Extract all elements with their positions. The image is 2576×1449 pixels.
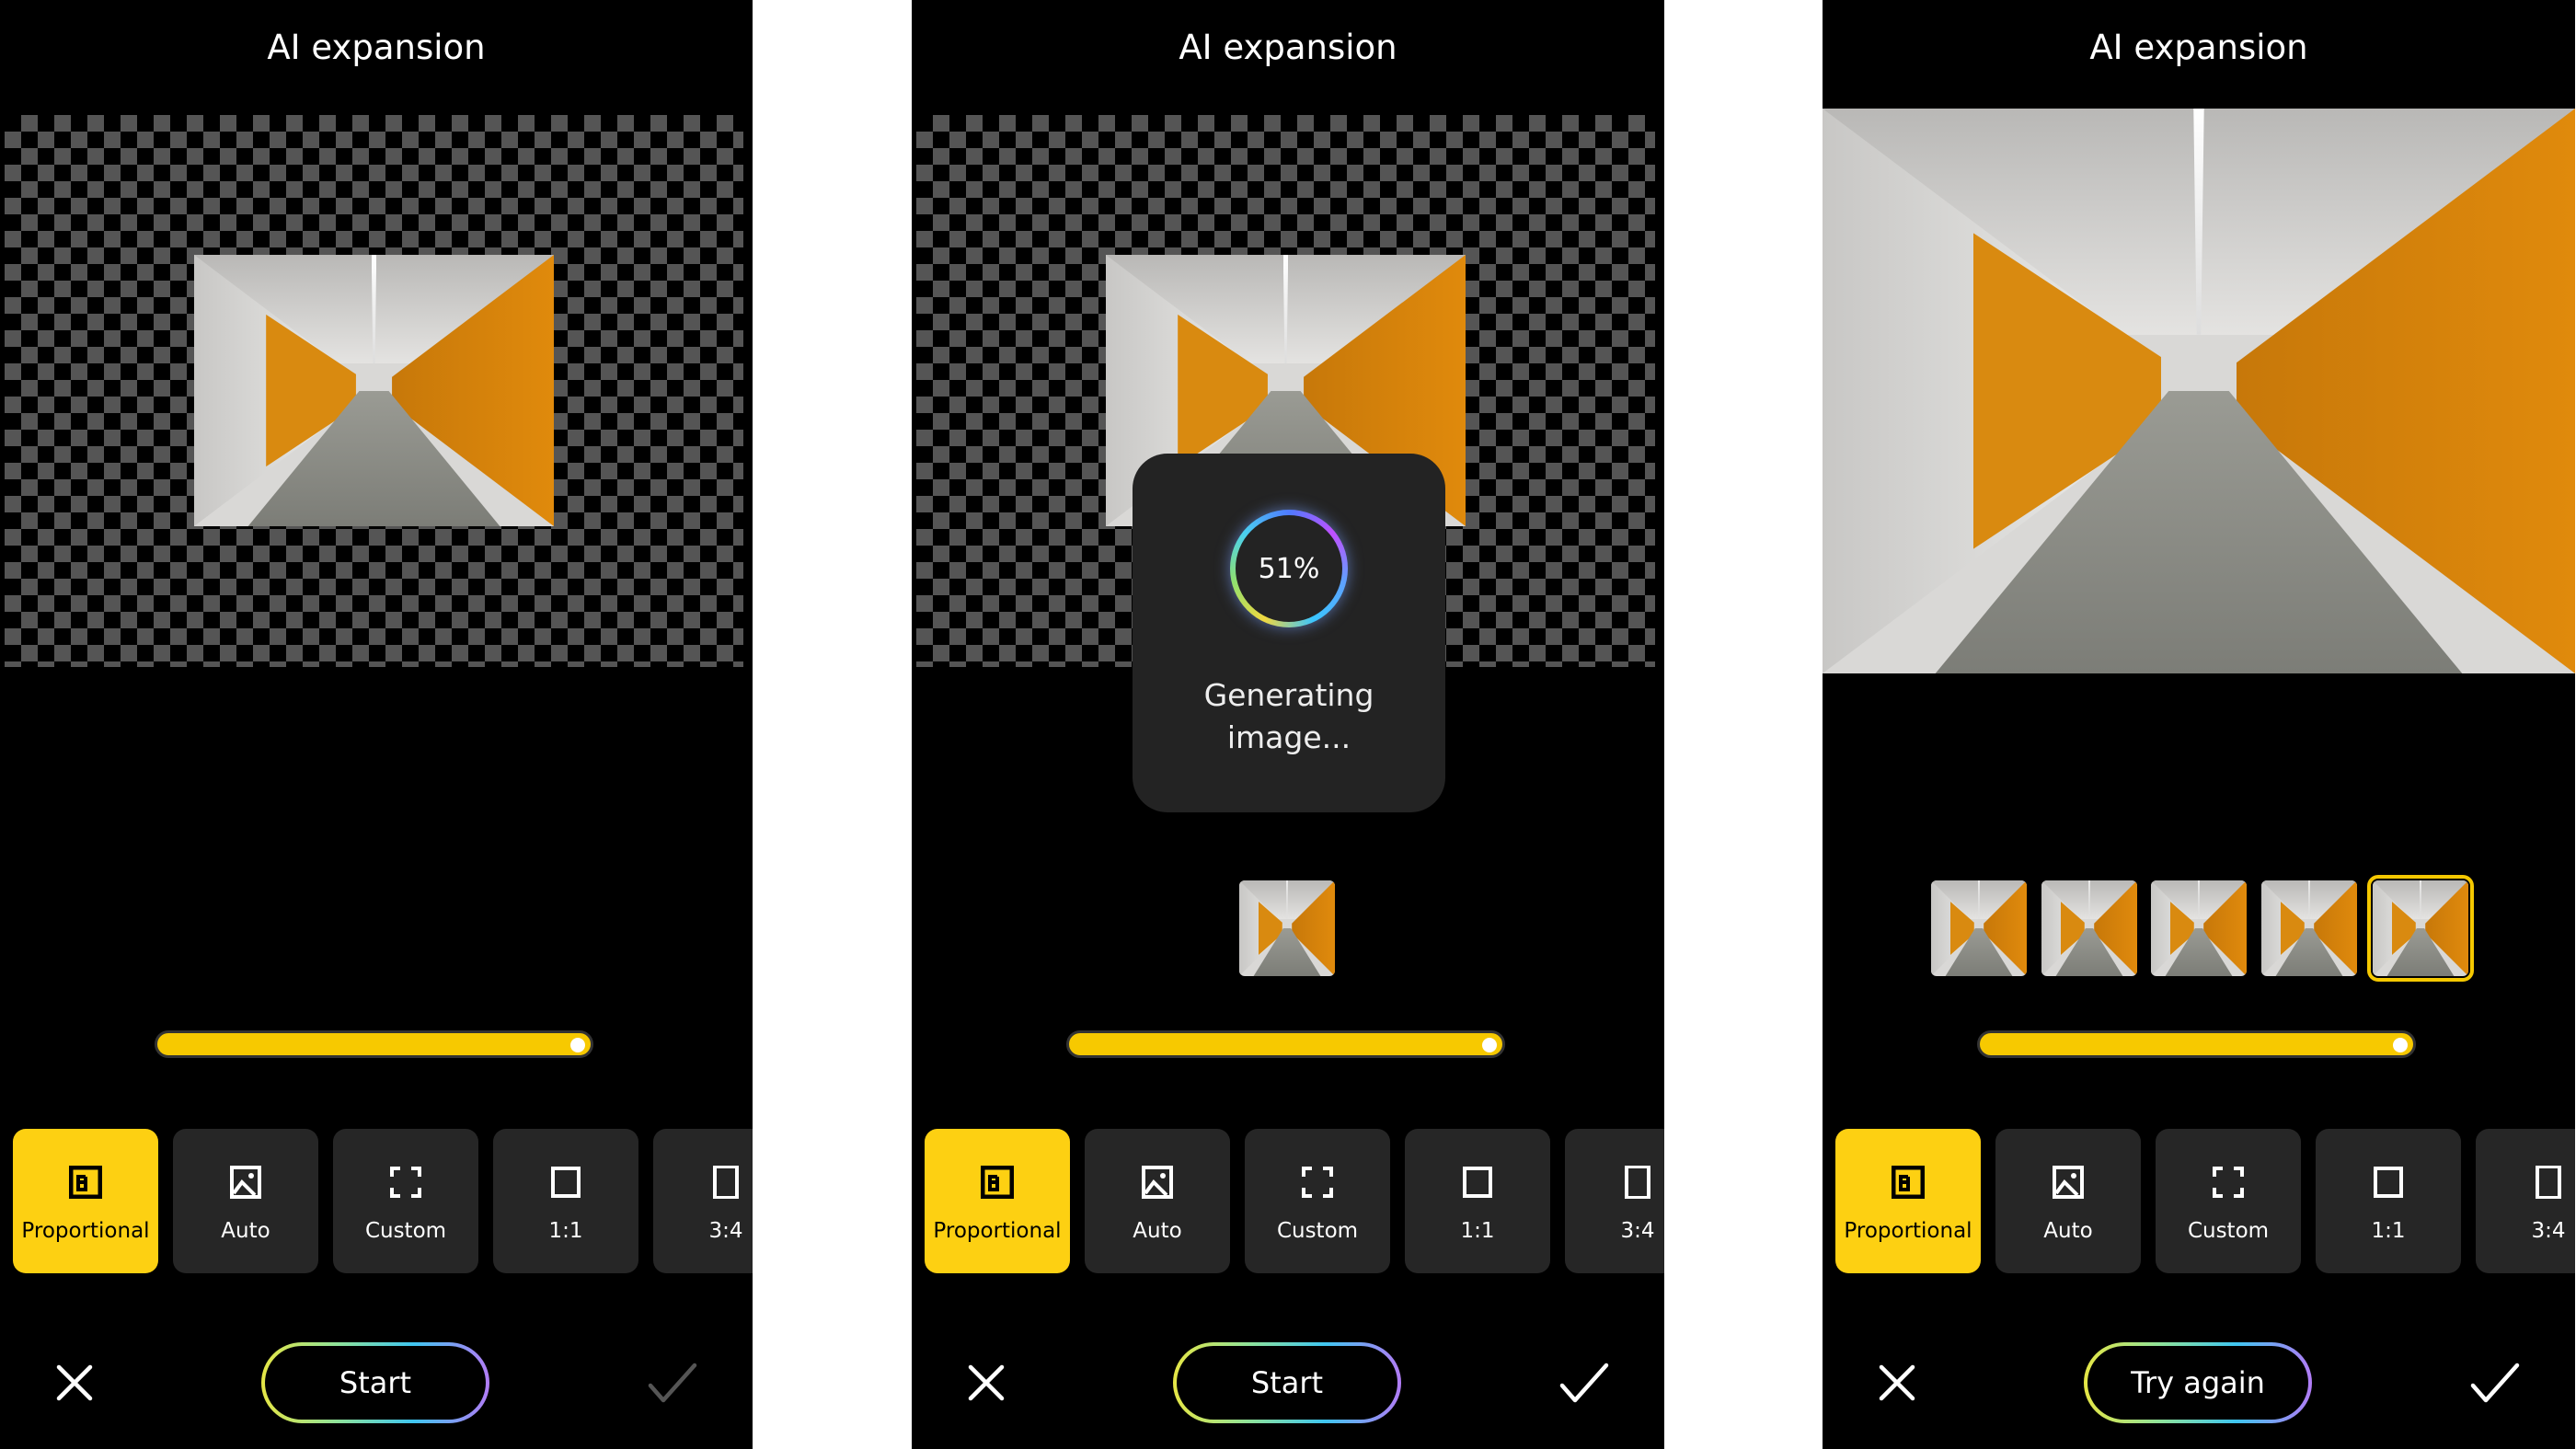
button-label: Try again: [2087, 1346, 2308, 1420]
option-label: 1:1: [1460, 1219, 1495, 1243]
check-icon[interactable]: [647, 1362, 698, 1406]
option-label: Custom: [364, 1219, 447, 1243]
option-label: Auto: [221, 1219, 270, 1243]
square-icon: [2372, 1166, 2405, 1199]
option-label: 1:1: [2371, 1219, 2406, 1243]
option-label: 3:4: [1620, 1219, 1655, 1243]
close-icon[interactable]: [967, 1363, 1006, 1402]
image-icon: [229, 1166, 262, 1199]
result-thumbnail[interactable]: [1239, 880, 1335, 976]
option-custom[interactable]: Custom: [333, 1129, 478, 1273]
start-button[interactable]: Start: [1173, 1342, 1401, 1423]
option-label: 3:4: [708, 1219, 743, 1243]
square-icon: [1461, 1166, 1494, 1199]
option-3-4[interactable]: 3:4: [1565, 1129, 1664, 1273]
option-auto[interactable]: Auto: [173, 1129, 318, 1273]
screen-generating: AI expansion Proportional Auto Custom 1:…: [912, 0, 1664, 1449]
check-icon[interactable]: [2469, 1362, 2521, 1406]
image-icon: [2052, 1166, 2085, 1199]
option-proportional[interactable]: Proportional: [1835, 1129, 1981, 1273]
page-title: AI expansion: [1179, 28, 1397, 67]
close-icon[interactable]: [1878, 1363, 1916, 1402]
progress-ring: 51%: [1230, 510, 1348, 627]
proportional-icon: [68, 1165, 103, 1200]
option-label: 1:1: [548, 1219, 583, 1243]
option-1-1[interactable]: 1:1: [493, 1129, 638, 1273]
status-text: Generating image...: [1133, 674, 1445, 759]
check-icon[interactable]: [1558, 1362, 1610, 1406]
result-thumbnail[interactable]: [2367, 875, 2474, 982]
button-label: Start: [265, 1346, 486, 1420]
close-icon[interactable]: [55, 1363, 94, 1402]
proportional-icon: [980, 1165, 1015, 1200]
result-thumbnail[interactable]: [2041, 880, 2137, 976]
result-thumbnail[interactable]: [1931, 880, 2027, 976]
option-custom[interactable]: Custom: [2156, 1129, 2301, 1273]
try-again-button[interactable]: Try again: [2084, 1342, 2312, 1423]
slider-handle[interactable]: [570, 1038, 585, 1052]
option-1-1[interactable]: 1:1: [1405, 1129, 1550, 1273]
portrait-rect-icon: [2532, 1165, 2565, 1200]
portrait-rect-icon: [709, 1165, 742, 1200]
custom-frame-icon: [1301, 1166, 1334, 1199]
option-label: Proportional: [1844, 1219, 1972, 1243]
option-label: 3:4: [2531, 1219, 2566, 1243]
option-label: Proportional: [21, 1219, 150, 1243]
option-label: Proportional: [933, 1219, 1062, 1243]
expansion-slider[interactable]: [1977, 1030, 2416, 1058]
page-title: AI expansion: [2089, 28, 2308, 67]
option-auto[interactable]: Auto: [1085, 1129, 1230, 1273]
option-proportional[interactable]: Proportional: [925, 1129, 1070, 1273]
expanded-image: [1823, 109, 2575, 673]
generating-dialog: 51% Generating image...: [1133, 454, 1445, 812]
slider-handle[interactable]: [2393, 1038, 2408, 1052]
slider-handle[interactable]: [1482, 1038, 1497, 1052]
option-label: Auto: [2043, 1219, 2093, 1243]
image-icon: [1141, 1166, 1174, 1199]
option-label: Auto: [1133, 1219, 1182, 1243]
screen-done: AI expansion Proportional Auto Custom 1:…: [1823, 0, 2575, 1449]
option-1-1[interactable]: 1:1: [2316, 1129, 2461, 1273]
status-label: Generating image...: [1203, 677, 1374, 755]
expansion-slider[interactable]: [1066, 1030, 1505, 1058]
option-label: Custom: [1276, 1219, 1359, 1243]
result-thumbnail[interactable]: [2151, 880, 2247, 976]
option-3-4[interactable]: 3:4: [653, 1129, 753, 1273]
option-label: Custom: [2187, 1219, 2270, 1243]
screen-initial: AI expansion Proportional Auto Custom 1:…: [0, 0, 753, 1449]
square-icon: [549, 1166, 582, 1199]
option-custom[interactable]: Custom: [1245, 1129, 1390, 1273]
portrait-rect-icon: [1621, 1165, 1654, 1200]
custom-frame-icon: [2212, 1166, 2245, 1199]
option-proportional[interactable]: Proportional: [13, 1129, 158, 1273]
proportional-icon: [1891, 1165, 1926, 1200]
start-button[interactable]: Start: [261, 1342, 489, 1423]
expansion-slider[interactable]: [155, 1030, 593, 1058]
progress-text: 51%: [1236, 515, 1342, 622]
option-auto[interactable]: Auto: [1995, 1129, 2141, 1273]
custom-frame-icon: [389, 1166, 422, 1199]
source-image: [194, 255, 554, 526]
page-title: AI expansion: [267, 28, 486, 67]
option-3-4[interactable]: 3:4: [2476, 1129, 2575, 1273]
result-thumbnail[interactable]: [2261, 880, 2357, 976]
button-label: Start: [1177, 1346, 1397, 1420]
